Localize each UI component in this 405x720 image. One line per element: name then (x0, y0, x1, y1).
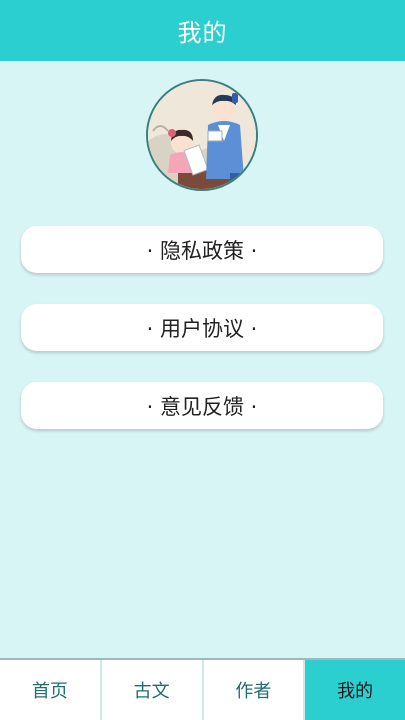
tab-home[interactable]: 首页 (0, 660, 102, 720)
scholars-illustration-icon (148, 81, 256, 189)
avatar[interactable] (146, 79, 258, 191)
feedback-button[interactable]: · 意见反馈 · (21, 382, 383, 429)
tab-mine[interactable]: 我的 (305, 660, 405, 720)
user-agreement-button[interactable]: · 用户协议 · (21, 304, 383, 351)
tab-authors[interactable]: 作者 (204, 660, 306, 720)
privacy-policy-button[interactable]: · 隐私政策 · (21, 226, 383, 273)
page-header: 我的 (0, 0, 405, 61)
bottom-tab-bar: 首页 古文 作者 我的 (0, 658, 405, 720)
tab-classics[interactable]: 古文 (102, 660, 204, 720)
page-title: 我的 (177, 19, 228, 47)
